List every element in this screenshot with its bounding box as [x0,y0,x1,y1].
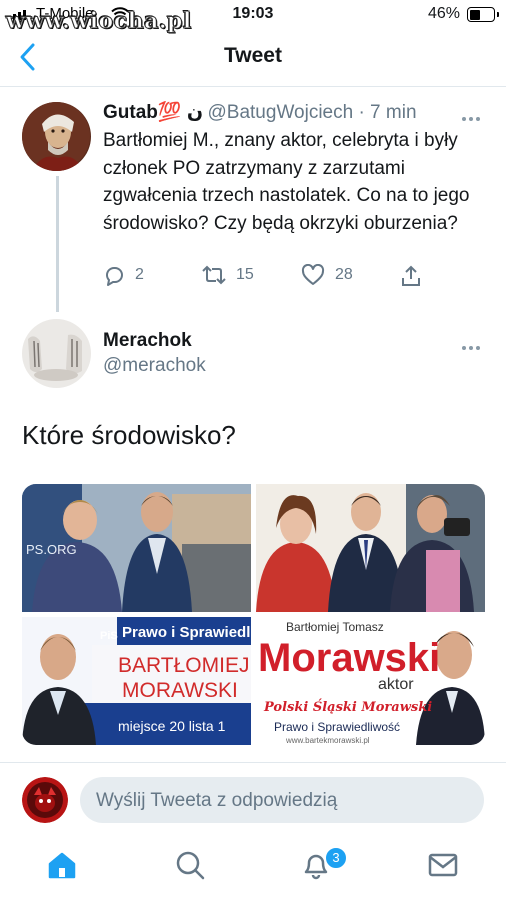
mail-icon[interactable] [427,852,459,878]
home-icon[interactable] [46,850,78,880]
search-icon[interactable] [174,850,206,880]
author-handle[interactable]: @merachok [103,355,206,377]
photo-grid: PS.ORG PiS Prawo i Sprawiedl BARTŁOMIEJ … [22,484,485,745]
photo-4-url: www.bartekmorawski.pl [285,736,370,745]
photo-3[interactable]: PiS Prawo i Sprawiedliwość BARTŁOMIEJ MO… [22,617,251,745]
photo-4-aktor: aktor [378,676,414,693]
photo-3-place: miejsce 20 lista 1 [118,718,226,734]
battery-percent: 46% [428,5,461,22]
divider [0,86,506,87]
thread-line [56,176,59,312]
tweet-header: Gutab💯 ن @BatugWojciech · 7 min [103,100,417,124]
reply-count: 2 [135,266,144,283]
page-title: Tweet [224,44,282,67]
photo-4-big-name: Morawski [258,636,440,680]
avatar[interactable] [22,319,91,388]
my-avatar[interactable] [22,777,68,823]
photo-2[interactable] [256,484,485,612]
photo-3-name-2: MORAWSKI [122,679,238,702]
pis-logo: PiS [100,630,118,642]
tweet-text: Które środowisko? [22,420,236,450]
photo-4-line1: Bartłomiej Tomasz [286,620,384,634]
author-name[interactable]: Gutab💯 ن [103,102,203,123]
reply-icon [106,267,123,286]
photo-1-sign: PS.ORG [26,542,77,557]
share-icon[interactable] [400,264,422,288]
tweet-text: Bartłomiej M., znany aktor, celebryta i … [103,130,470,234]
reply-placeholder: Wyślij Tweeta z odpowiedzią [96,790,338,811]
reply-button[interactable]: 2 [103,264,144,286]
like-count: 28 [335,266,353,283]
avatar[interactable] [22,102,91,171]
author-name[interactable]: Merachok [103,330,192,352]
photo-3-party: Prawo i Sprawiedliwość [122,624,251,641]
photo-4[interactable]: Bartłomiej Tomasz Morawski aktor Polski … [256,617,485,745]
retweet-icon [202,265,226,285]
divider [0,762,506,763]
author-handle[interactable]: @BatugWojciech · 7 min [208,102,417,123]
battery-tip [497,12,499,17]
status-bar: T-Mobile www.wiocha.pl 19:03 46% [0,0,506,35]
retweet-count: 15 [236,266,254,283]
heart-icon [301,264,325,285]
battery-level [470,10,480,20]
retweet-button[interactable]: 15 [202,264,254,286]
like-button[interactable]: 28 [301,264,353,286]
notification-badge: 3 [324,846,348,870]
photo-1[interactable]: PS.ORG [22,484,251,612]
photo-4-slogan: Polski Śląski Morawski [263,698,432,715]
more-icon[interactable] [462,337,486,350]
photo-4-party: Prawo i Sprawiedliwość [274,720,400,734]
photo-3-name-1: BARTŁOMIEJ [118,654,249,677]
more-icon[interactable] [462,108,486,121]
